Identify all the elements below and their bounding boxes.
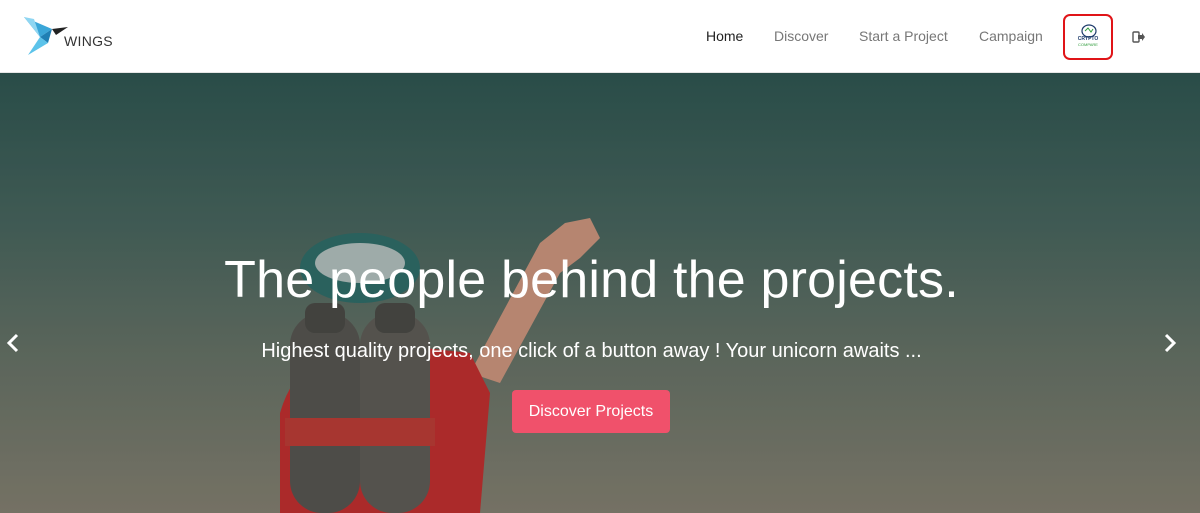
crypto-text-line2: COMPARE — [1078, 42, 1098, 47]
sign-out-icon[interactable] — [1132, 30, 1146, 44]
chevron-right-icon[interactable] — [1162, 331, 1178, 355]
nav-campaign[interactable]: Campaign — [979, 28, 1043, 44]
nav-discover[interactable]: Discover — [774, 28, 828, 44]
hero-carousel: The people behind the projects. Highest … — [0, 73, 1200, 513]
hero-subtitle: Highest quality projects, one click of a… — [261, 340, 922, 362]
chevron-left-icon[interactable] — [5, 331, 21, 355]
nav-home[interactable]: Home — [706, 28, 743, 44]
top-navbar: WINGS Home Discover Start a Project Camp… — [0, 0, 1200, 73]
hero-title: The people behind the projects. — [224, 251, 959, 309]
nav-links: Home Discover Start a Project Campaign — [0, 0, 1200, 73]
nav-start-a-project[interactable]: Start a Project — [859, 28, 948, 44]
crypto-compare-button[interactable]: CRYPTO COMPARE — [1063, 14, 1113, 60]
discover-projects-button[interactable]: Discover Projects — [512, 390, 670, 433]
